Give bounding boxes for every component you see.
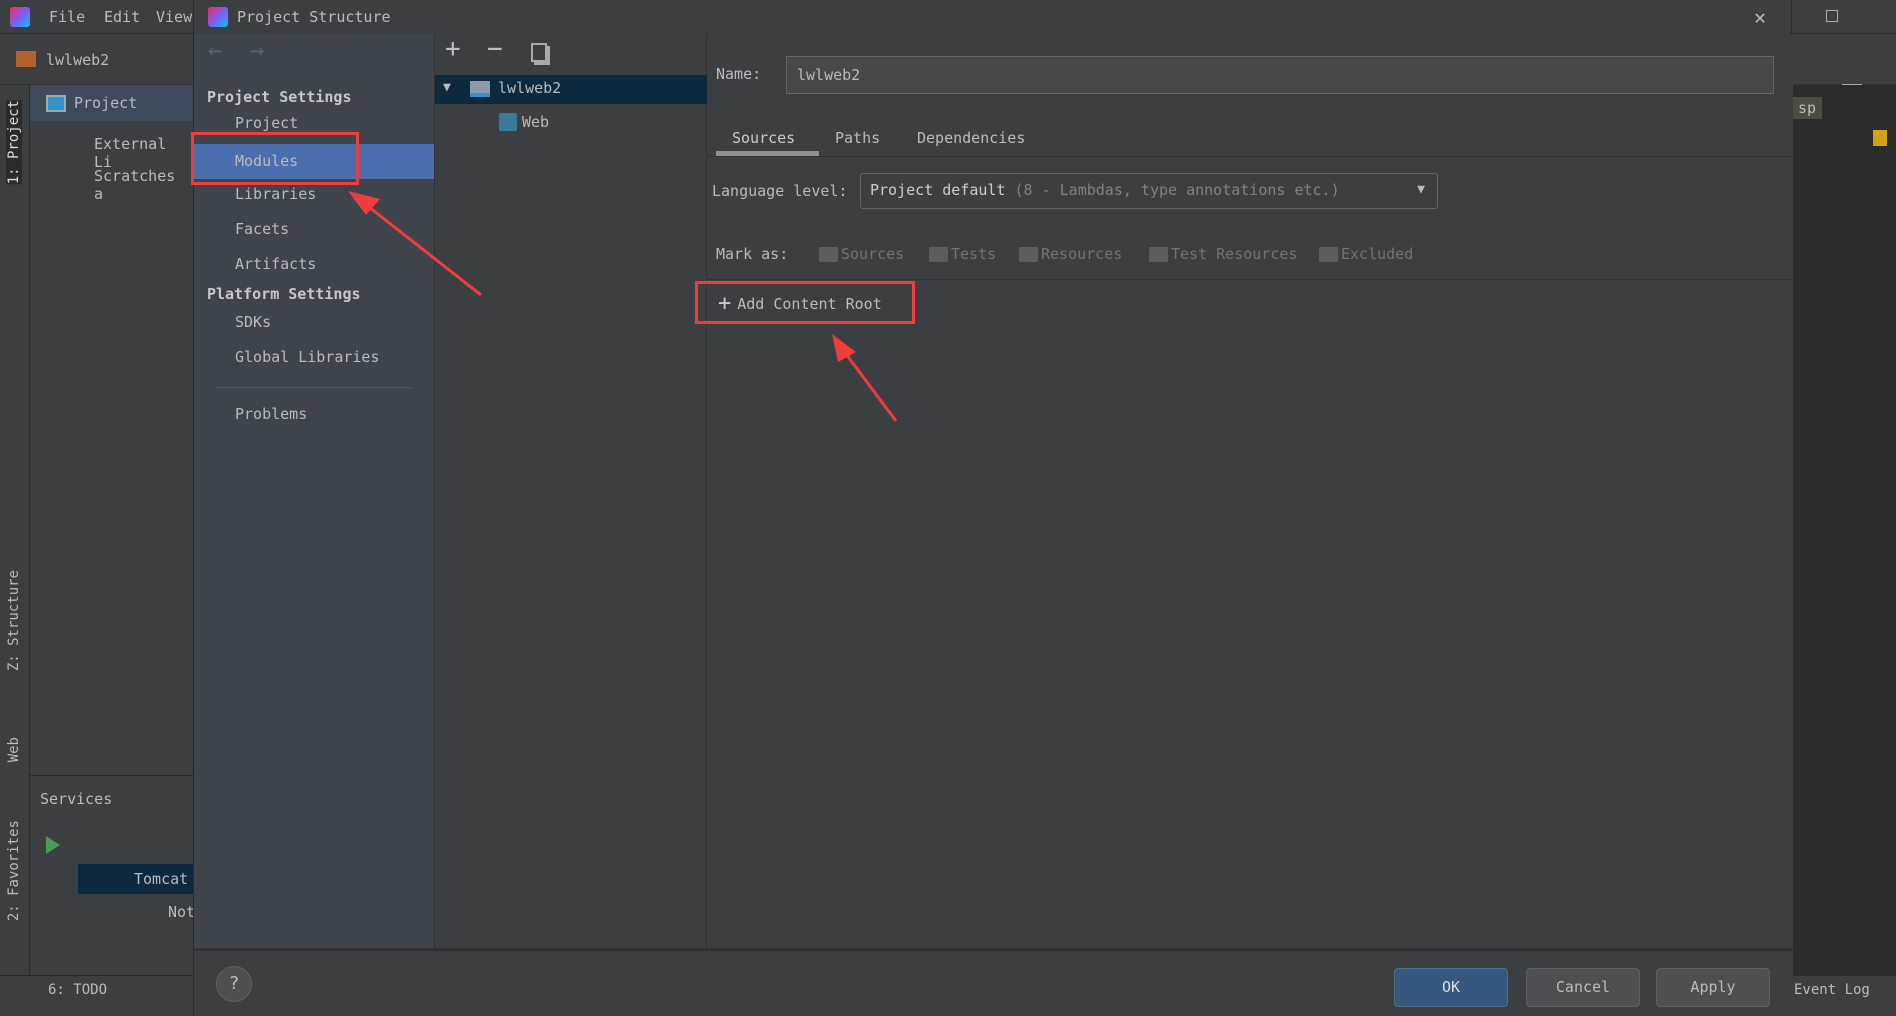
arrow-to-modules [359,198,482,297]
arrow-to-add-content-root [838,345,898,422]
annotation-arrows [348,191,898,422]
arrow-to-add-content-root-head [832,334,856,362]
